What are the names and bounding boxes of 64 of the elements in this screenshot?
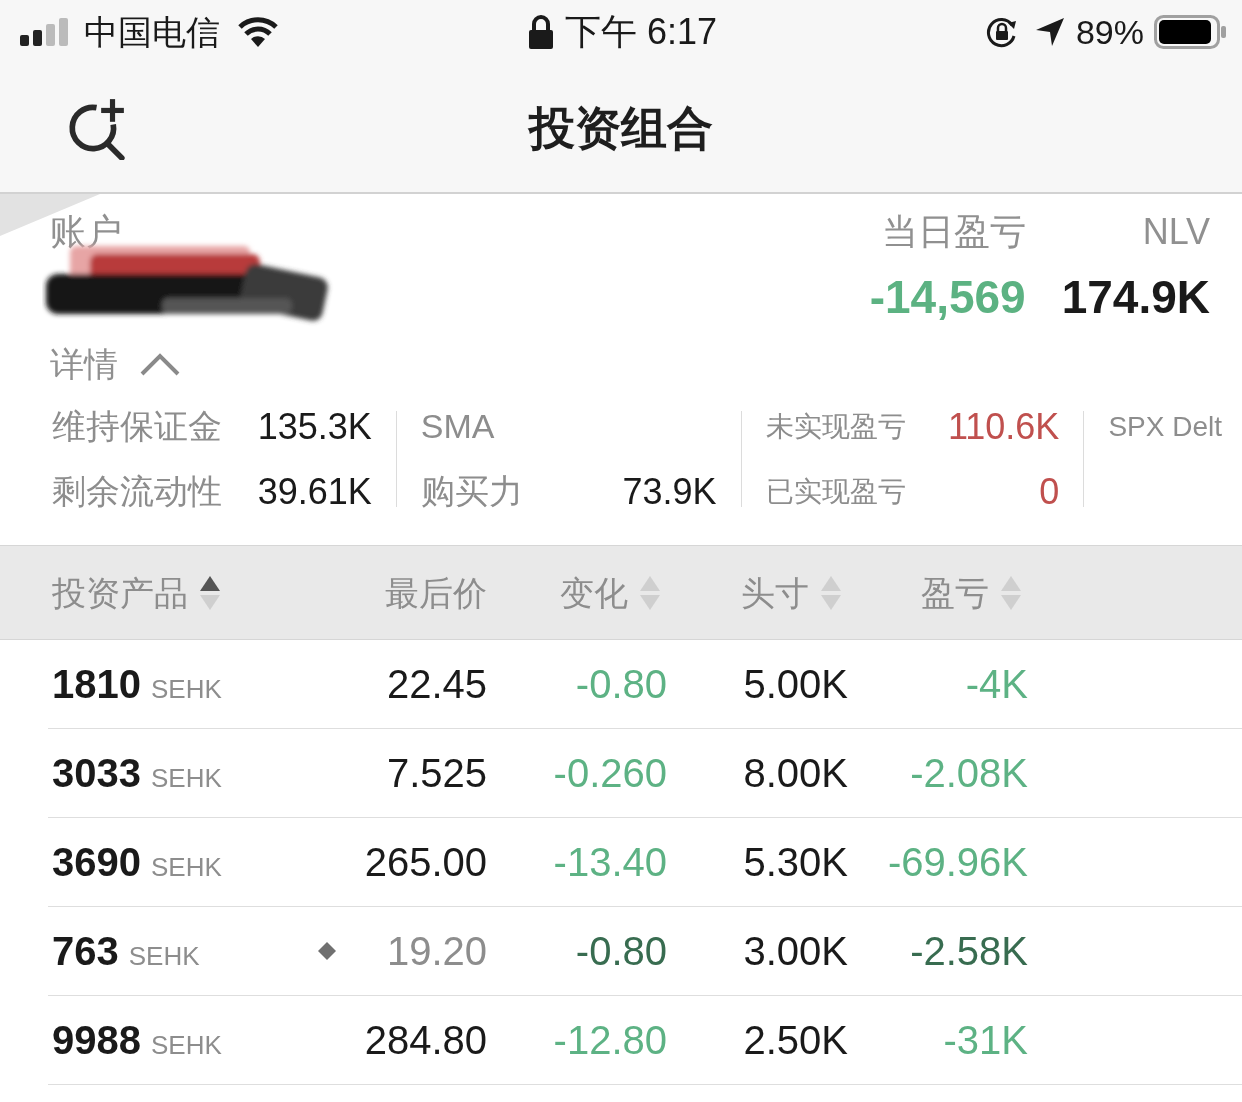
pnl-cell-text: -2.58K (909, 928, 1028, 974)
metric-label: 未实现盈亏 (765, 409, 906, 444)
day-pnl-value: -14,569 (869, 270, 1026, 325)
location-arrow-icon (1035, 18, 1064, 46)
lock-icon (528, 15, 553, 49)
nlv-label: NLV (1142, 210, 1210, 254)
rotation-lock-icon (985, 16, 1018, 48)
exchange-text: SEHK (151, 673, 222, 705)
change-cell-text: -0.80 (574, 928, 667, 974)
price-cell: 7.525 (386, 750, 487, 796)
metric-value: 0 (1038, 470, 1060, 513)
signal-icon (20, 18, 70, 46)
metric-label: 剩余流动性 (52, 470, 222, 512)
column-header[interactable]: 投资产品 (52, 570, 300, 615)
carrier-name: 中国电信 (84, 12, 220, 52)
metric-label: 已实现盈亏 (765, 474, 906, 509)
price-cell: 19.20 (386, 928, 487, 974)
metric-label: 维持保证金 (52, 405, 222, 447)
symbol-text: 9988 (52, 1017, 141, 1063)
metric-value: 135.3K (256, 405, 372, 448)
column-header[interactable]: 盈亏 (848, 570, 1028, 615)
price-cell: 265.00 (364, 839, 487, 885)
exchange-text: SEHK (151, 851, 222, 883)
symbol-text: 1810 (52, 661, 141, 707)
wifi-icon (238, 17, 278, 47)
exchange-text: SEHK (151, 762, 222, 794)
account-label: 账户 (50, 210, 122, 254)
battery-icon (1154, 15, 1226, 49)
metric-value: 73.9K (621, 470, 717, 513)
nlv-value: 174.9K (1061, 270, 1210, 325)
pnl-cell-text: -4K (964, 661, 1028, 707)
exchange-text: SEHK (151, 1029, 222, 1061)
battery-percent: 89% (1075, 12, 1144, 52)
symbol-text: 763 (52, 928, 119, 974)
pnl-cell-text: -2.08K (909, 750, 1028, 796)
change-cell-text: -0.80 (574, 661, 667, 707)
metric-label: 购买力 (420, 470, 523, 512)
diamond-icon (318, 942, 336, 960)
price-cell: 22.45 (386, 661, 487, 707)
position-cell-text: 5.00K (742, 661, 848, 707)
change-cell-text: -13.40 (552, 839, 667, 885)
status-time: 下午 6:17 (564, 11, 718, 53)
column-header[interactable]: 最后价 (300, 570, 487, 615)
metric-label: SMA (420, 407, 496, 446)
symbol-text: 3033 (52, 750, 141, 796)
pnl-cell-text: -31K (942, 1017, 1028, 1063)
metric-value: 39.61K (256, 470, 372, 513)
position-cell-text: 2.50K (742, 1017, 848, 1063)
exchange-text: SEHK (128, 940, 200, 972)
price-cell: 284.80 (364, 1017, 487, 1063)
pnl-cell-text: -69.96K (886, 839, 1028, 885)
page-title: 投资组合 (529, 101, 713, 156)
details-toggle[interactable]: 详情 (50, 340, 180, 388)
metric-value: 110.6K (946, 405, 1060, 448)
position-cell-text: 5.30K (742, 839, 848, 885)
symbol-text: 3690 (52, 839, 141, 885)
position-cell-text: 8.00K (742, 750, 848, 796)
column-header[interactable]: 变化 (487, 570, 667, 615)
position-cell-text: 3.00K (742, 928, 848, 974)
metric-label: SPX Delt (1108, 410, 1222, 443)
change-cell-text: -0.260 (552, 750, 667, 796)
column-header[interactable]: 头寸 (667, 570, 848, 615)
day-pnl-label: 当日盈亏 (881, 210, 1026, 254)
change-cell-text: -12.80 (552, 1017, 667, 1063)
